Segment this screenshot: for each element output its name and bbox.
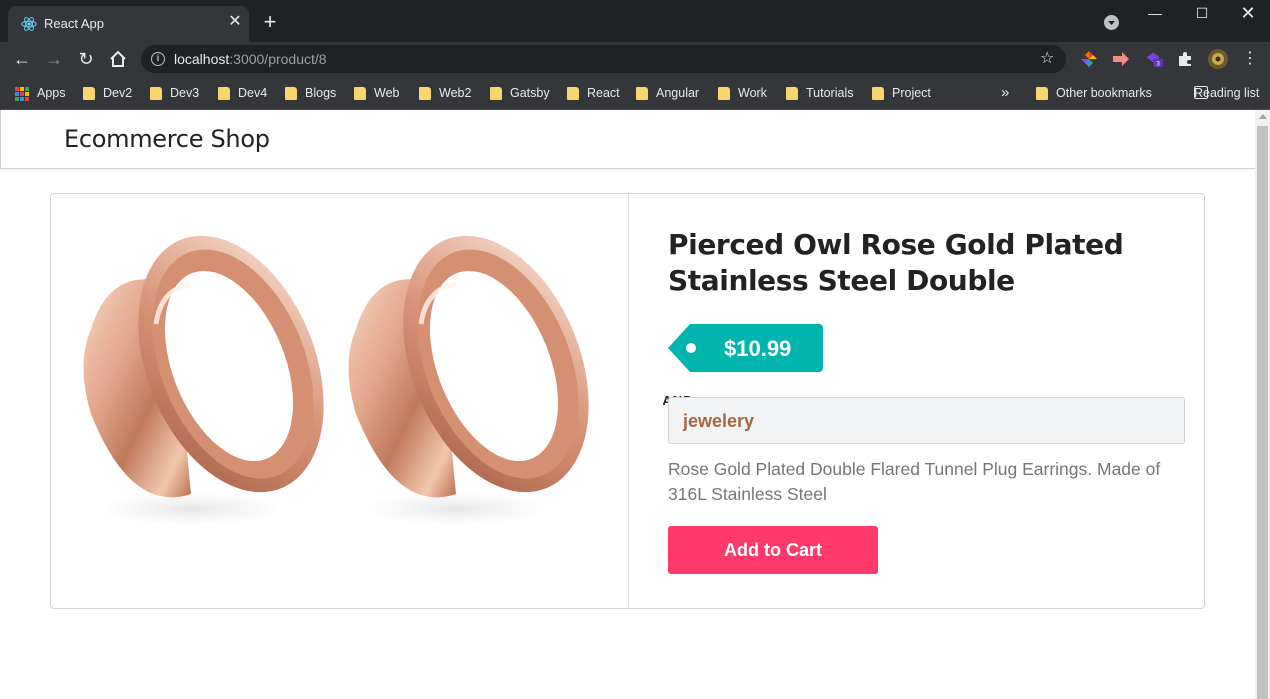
bookmark-label: Apps	[37, 86, 66, 100]
folder-icon	[872, 87, 884, 100]
folder-icon	[1036, 87, 1048, 100]
bookmark-label: Work	[738, 86, 767, 100]
product-info: Pierced Owl Rose Gold Plated Stainless S…	[668, 194, 1204, 608]
bookmark-label: Dev4	[238, 86, 268, 100]
folder-icon	[354, 87, 366, 100]
site-info-icon[interactable]: i	[151, 52, 165, 66]
maximize-icon[interactable]: ☐	[1187, 4, 1217, 24]
bookmark-gatsby[interactable]: Gatsby	[488, 83, 550, 103]
folder-icon	[285, 87, 297, 100]
folder-icon	[490, 87, 502, 100]
right-earring	[348, 235, 589, 525]
bookmark-react[interactable]: React	[565, 83, 620, 103]
product-card: AND Pierced Owl Rose Gold Plated Stainle…	[50, 193, 1205, 609]
bookmark-label: Tutorials	[806, 86, 854, 100]
avatar[interactable]	[1207, 48, 1229, 70]
apps-grid-icon	[15, 87, 29, 101]
purple-extension-icon[interactable]: 3	[1145, 50, 1163, 68]
browser-menu-icon[interactable]: ⋮	[1238, 47, 1262, 71]
bookmark-label: React	[587, 86, 620, 100]
url-text[interactable]: localhost:3000/product/8	[174, 51, 327, 67]
price-tag: $10.99	[668, 324, 823, 372]
bookmark-blogs[interactable]: Blogs	[283, 83, 336, 103]
reading-list-button[interactable]: Reading list	[1172, 83, 1259, 103]
brand-title[interactable]: Ecommerce Shop	[64, 125, 270, 153]
product-category: jewelery	[683, 411, 755, 431]
page-viewport: Ecommerce Shop Pierced Owl Rose Gold Pla…	[0, 110, 1255, 699]
site-header: Ecommerce Shop	[0, 110, 1255, 169]
back-icon[interactable]: ←	[10, 47, 34, 71]
bookmark-dev2[interactable]: Dev2	[81, 83, 132, 103]
react-icon	[21, 17, 37, 31]
bookmark-work[interactable]: Work	[716, 83, 767, 103]
url-host: localhost	[174, 51, 230, 67]
folder-icon	[83, 87, 95, 100]
bookmark-label: Project	[892, 86, 931, 100]
add-to-cart-button[interactable]: Add to Cart	[668, 526, 878, 574]
bookmark-dev4[interactable]: Dev4	[216, 83, 267, 103]
tab-search-icon[interactable]	[1104, 15, 1119, 30]
vertical-scrollbar[interactable]	[1255, 110, 1270, 699]
rose-gold-plug-earrings-image	[83, 235, 589, 525]
folder-icon	[419, 87, 431, 100]
folder-icon	[150, 87, 162, 100]
bookmark-web[interactable]: Web	[352, 83, 399, 103]
bookmark-label: Other bookmarks	[1056, 86, 1152, 100]
scroll-up-arrow-icon[interactable]	[1259, 114, 1267, 119]
address-bar[interactable]: i localhost:3000/product/8 ☆	[141, 45, 1066, 73]
url-path: :3000/product/8	[229, 51, 327, 67]
bookmark-angular[interactable]: Angular	[634, 83, 699, 103]
folder-icon	[786, 87, 798, 100]
browser-chrome: React App ✕ + — ☐ ✕ ← → ↻ i localhost:30…	[0, 0, 1270, 110]
reload-icon[interactable]: ↻	[74, 47, 98, 71]
tab-react-app[interactable]: React App ✕	[8, 6, 249, 42]
forward-icon[interactable]: →	[42, 47, 66, 71]
bookmark-star-icon[interactable]: ☆	[1040, 48, 1054, 68]
bookmark-label: Gatsby	[510, 86, 550, 100]
bookmark-web2[interactable]: Web2	[417, 83, 471, 103]
bookmark-dev3[interactable]: Dev3	[148, 83, 199, 103]
bookmarks-bar: Apps Dev2 Dev3 Dev4 Blogs Web Web2 Gatsb…	[0, 76, 1270, 110]
bookmark-label: Web2	[439, 86, 472, 100]
vertical-divider	[628, 194, 629, 608]
folder-icon	[567, 87, 579, 100]
bookmark-label: Angular	[656, 86, 700, 100]
new-tab-icon[interactable]: +	[260, 11, 280, 33]
folder-icon	[718, 87, 730, 100]
folder-icon	[636, 87, 648, 100]
bookmark-other[interactable]: Other bookmarks	[1034, 83, 1152, 103]
bookmark-project[interactable]: Project	[870, 83, 931, 103]
price-tag-hole	[686, 343, 696, 353]
arrow-extension-icon[interactable]	[1112, 50, 1130, 68]
product-title: Pierced Owl Rose Gold Plated Stainless S…	[668, 228, 1124, 297]
product-description: Rose Gold Plated Double Flared Tunnel Pl…	[668, 459, 1161, 504]
tab-strip: React App ✕ + — ☐ ✕	[0, 0, 1270, 42]
close-window-icon[interactable]: ✕	[1233, 4, 1263, 24]
scrollbar-thumb[interactable]	[1257, 126, 1268, 699]
bookmark-label: Dev3	[170, 86, 200, 100]
bookmark-tutorials[interactable]: Tutorials	[784, 83, 853, 103]
tab-title: React App	[44, 16, 104, 31]
bookmark-label: Dev2	[103, 86, 133, 100]
bookmark-label: Web	[374, 86, 400, 100]
bookmarks-overflow-icon[interactable]: »	[981, 83, 1009, 103]
extensions-puzzle-icon[interactable]	[1176, 50, 1194, 68]
left-earring	[83, 235, 324, 525]
product-image	[51, 194, 628, 608]
browser-toolbar: ← → ↻ i localhost:3000/product/8 ☆ 3 ⋮	[0, 42, 1270, 76]
category-box: jewelery	[668, 397, 1185, 444]
bookmark-label: Blogs	[305, 86, 337, 100]
color-picker-extension-icon[interactable]	[1080, 50, 1098, 68]
close-tab-icon[interactable]: ✕	[226, 13, 244, 31]
product-price: $10.99	[724, 336, 792, 361]
minimize-icon[interactable]: —	[1140, 4, 1170, 24]
folder-icon	[218, 87, 230, 100]
bookmark-apps[interactable]: Apps	[15, 83, 66, 103]
reading-list-icon	[1194, 86, 1208, 99]
home-icon[interactable]	[106, 47, 130, 71]
extension-badge: 3	[1156, 61, 1160, 68]
